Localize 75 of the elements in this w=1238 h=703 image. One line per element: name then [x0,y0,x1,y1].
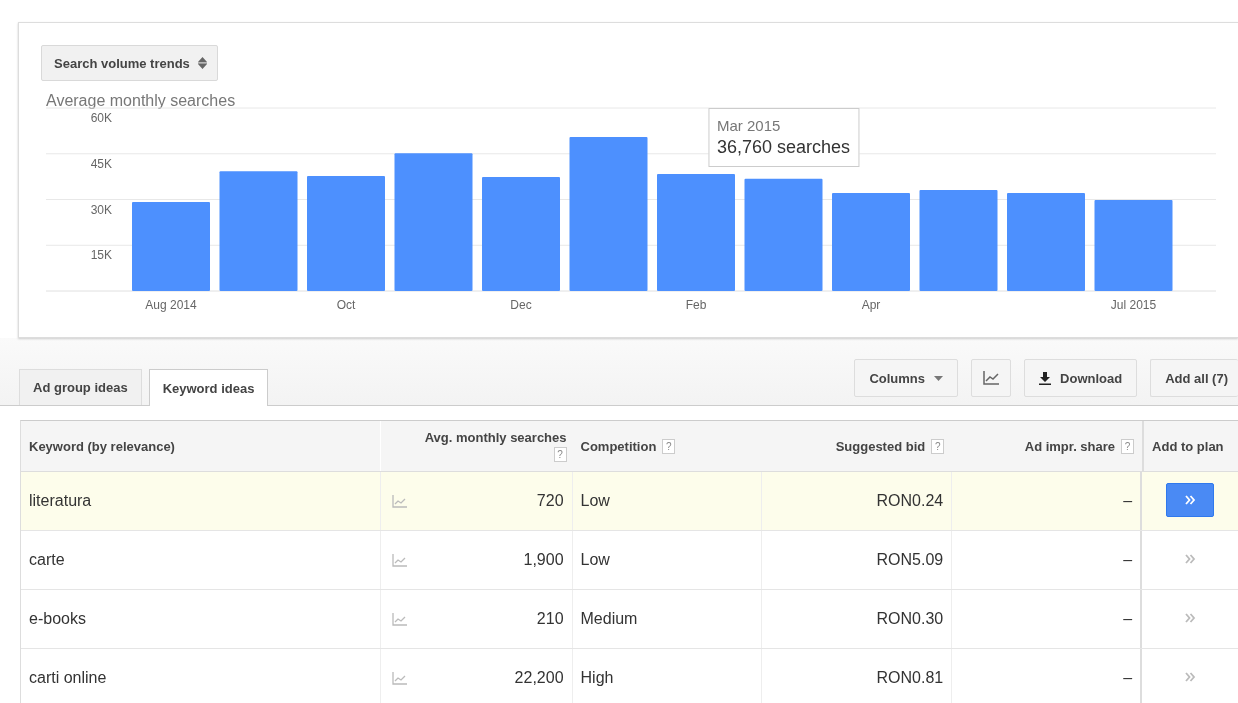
add-all-button[interactable]: Add all (7) [1150,359,1238,397]
column-header[interactable]: Keyword (by relevance) [29,438,175,454]
tooltip-value: 36,760 searches [716,136,851,158]
y-axis-label: 15K [90,248,112,263]
line-chart-icon [983,371,1000,385]
column-header[interactable]: Suggested bid [835,438,926,454]
bar[interactable] [1007,193,1085,291]
caret-icon [934,375,944,381]
bar[interactable] [219,171,298,291]
share-cell: – [1123,610,1133,628]
double-chevron-icon [1184,670,1196,683]
help-icon[interactable]: ? [931,438,945,454]
column-header[interactable]: Ad impr. share [1024,438,1116,454]
chart-title: Average monthly searches [46,92,237,110]
bar[interactable] [744,178,823,291]
bar[interactable] [569,137,648,291]
sort-icon [197,56,207,70]
y-axis-label: 45K [90,156,112,171]
bar[interactable] [307,176,385,291]
y-axis-label: 30K [90,202,112,217]
bar[interactable] [657,173,735,291]
column-header[interactable]: Competition [580,438,657,454]
competition-cell: High [580,669,614,687]
download-button[interactable]: Download [1024,359,1138,397]
bar[interactable] [394,153,473,291]
searches-cell: 22,200 [514,669,564,687]
bid-cell: RON5.09 [876,551,944,569]
trend-icon[interactable] [391,494,407,508]
keyword-cell: carti online [29,669,107,687]
bar[interactable] [1094,200,1173,291]
column-header[interactable]: Add to plan [1152,438,1224,454]
share-cell: – [1123,492,1133,510]
download-icon [1039,371,1052,385]
add-button[interactable] [1166,482,1214,517]
x-axis-label: Apr [861,298,881,312]
trend-icon[interactable] [391,612,407,626]
tooltip-month: Mar 2015 [716,116,782,134]
trend-selector[interactable]: Search volume trends [41,45,218,81]
trend-icon[interactable] [391,671,407,685]
columns-button[interactable]: Columns [854,359,959,397]
bar[interactable] [482,176,560,291]
double-chevron-icon [1184,552,1196,565]
double-chevron-icon [1184,611,1196,624]
searches-cell: 720 [536,492,564,510]
x-axis-label: Aug 2014 [145,298,197,312]
double-chevron-icon [1184,493,1196,506]
bid-cell: RON0.81 [876,669,944,687]
trend-icon[interactable] [391,553,407,567]
y-axis-label: 60K [90,111,112,125]
competition-cell: Medium [580,610,638,628]
bar[interactable] [132,201,210,291]
bar[interactable] [919,190,998,291]
help-icon[interactable]: ? [1121,438,1135,454]
tab[interactable]: Keyword ideas [148,369,269,406]
competition-cell: Low [580,551,610,569]
keyword-cell: carte [29,551,65,569]
chart-button[interactable] [971,359,1012,397]
share-cell: – [1123,551,1133,569]
help-icon[interactable]: ? [662,438,676,454]
keyword-cell: e-books [29,610,86,628]
bid-cell: RON0.30 [876,610,944,628]
x-axis-label: Dec [510,298,532,312]
tab[interactable]: Ad group ideas [19,369,142,405]
bid-cell: RON0.24 [876,492,944,510]
x-axis-label: Jul 2015 [1110,298,1157,312]
searches-cell: 1,900 [523,551,564,569]
share-cell: – [1123,669,1133,687]
x-axis-label: Feb [685,298,707,312]
competition-cell: Low [580,492,610,510]
column-header[interactable]: Avg. monthly searches [424,430,567,445]
searches-cell: 210 [536,610,564,628]
x-axis-label: Oct [336,298,356,312]
keyword-cell: literatura [29,492,92,510]
bar[interactable] [832,193,910,291]
help-icon[interactable]: ? [553,447,567,462]
